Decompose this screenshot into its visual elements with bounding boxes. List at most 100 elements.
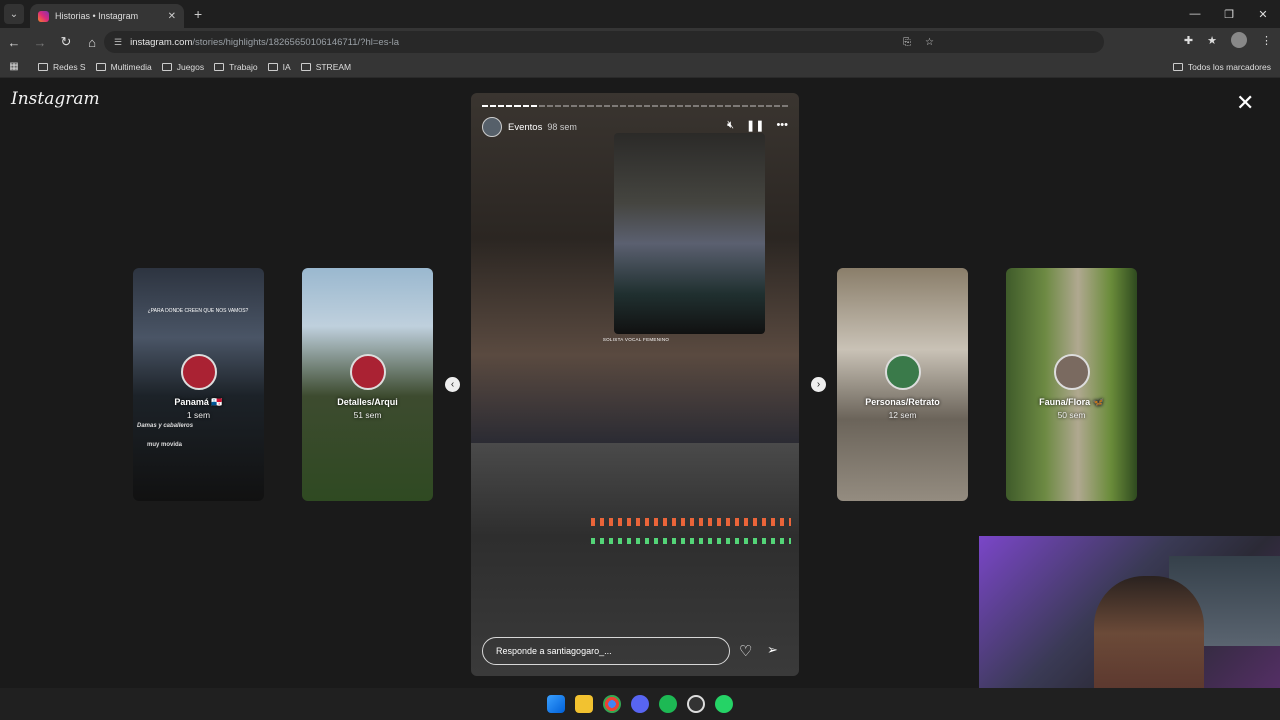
highlight-card-detalles[interactable]: Detalles/Arqui 51 sem [302, 268, 433, 501]
spotify-icon[interactable] [659, 695, 677, 713]
progress-segment [692, 105, 699, 107]
bookmark-folder[interactable]: Trabajo [214, 62, 258, 72]
progress-segment [725, 105, 732, 107]
progress-segment [757, 105, 764, 107]
all-bookmarks-folder[interactable]: Todos los marcadores [1172, 61, 1271, 72]
previous-story-button[interactable]: ‹ [445, 377, 460, 392]
progress-segment [717, 105, 724, 107]
windows-start-icon[interactable] [547, 695, 565, 713]
discord-icon[interactable] [631, 695, 649, 713]
address-bar[interactable]: ☰ instagram.com/stories/highlights/18265… [104, 31, 1104, 53]
story-account-name[interactable]: Eventos [508, 122, 542, 133]
highlight-avatar [1054, 354, 1090, 390]
story-timestamp: 98 sem [547, 122, 577, 132]
mute-icon[interactable]: 🔇︎ [727, 119, 734, 132]
taskbar [0, 688, 1280, 720]
progress-segment [554, 105, 562, 107]
bookmark-folder[interactable]: Juegos [161, 61, 205, 72]
bookmark-label: Todos los marcadores [1187, 61, 1271, 72]
progress-segment [498, 105, 505, 107]
reload-button[interactable]: ↻ [54, 34, 78, 50]
nav-bar: ← → ↻ ⌂ ☰ instagram.com/stories/highligh… [0, 28, 1280, 56]
bookmark-star-icon[interactable]: ☆ [925, 37, 934, 48]
story-avatar[interactable] [482, 117, 502, 137]
window-controls: — ❐ ✕ [1178, 0, 1280, 28]
toolbar-right: ✚ ★ ⋮ [1184, 32, 1272, 48]
menu-icon[interactable]: ⋮ [1261, 34, 1272, 47]
whatsapp-icon[interactable] [715, 695, 733, 713]
reply-input[interactable]: Responde a santiagogaro_... [482, 637, 730, 665]
progress-segment [733, 105, 740, 107]
home-button[interactable]: ⌂ [80, 35, 104, 50]
progress-segment [546, 105, 553, 107]
forward-button[interactable]: → [28, 35, 52, 50]
profile-avatar[interactable] [1231, 32, 1247, 48]
install-app-icon[interactable]: ⎘ [903, 37, 911, 48]
close-stories-button[interactable]: ✕ [1236, 92, 1254, 114]
progress-segment [571, 105, 578, 107]
progress-segment [741, 105, 748, 107]
obs-icon[interactable] [687, 695, 705, 713]
tab-close-icon[interactable]: ✕ [168, 11, 176, 22]
progress-segment [611, 105, 618, 107]
bookmark-label: Multimedia [110, 61, 152, 72]
progress-segment [482, 105, 489, 107]
story-progress-bar [482, 105, 789, 107]
bookmark-folder[interactable]: STREAM [300, 62, 351, 72]
highlight-name: Panamá 🇵🇦 [174, 397, 223, 407]
progress-segment [765, 105, 772, 107]
bookmarks-icon[interactable]: ★ [1207, 34, 1217, 47]
story-banner-text: SOLISTA VOCAL FEMENINO [602, 337, 670, 342]
progress-segment [700, 105, 708, 107]
restore-button[interactable]: ❐ [1212, 8, 1246, 21]
site-info-icon[interactable]: ☰ [114, 37, 122, 48]
active-story[interactable]: SOLISTA VOCAL FEMENINO Eventos 98 sem 🔇︎… [471, 93, 799, 676]
card-caption: Damas y caballeros muy movida [133, 418, 264, 454]
pause-icon[interactable]: ❚❚ [746, 119, 764, 132]
folder-icon [1172, 62, 1183, 71]
minimize-button[interactable]: — [1178, 8, 1212, 20]
bookmark-folder[interactable]: IA [267, 62, 291, 72]
progress-segment [514, 105, 521, 107]
window-close-button[interactable]: ✕ [1246, 8, 1280, 21]
bookmark-folder[interactable]: Redes S [38, 62, 86, 72]
new-tab-button[interactable]: + [194, 6, 202, 22]
extensions-icon[interactable]: ✚ [1184, 34, 1193, 47]
folder-icon [267, 62, 278, 71]
folder-icon [161, 62, 172, 71]
chrome-icon[interactable] [603, 695, 621, 713]
highlight-name: Personas/Retrato [865, 397, 940, 407]
highlight-time: 51 sem [353, 410, 382, 420]
progress-segment [668, 105, 675, 107]
tab-instagram[interactable]: Historias • Instagram ✕ [30, 4, 184, 28]
url-host: instagram.com [130, 36, 193, 48]
story-controls: 🔇︎ ❚❚ ••• [727, 119, 788, 132]
apps-grid-icon[interactable]: ▦ [0, 61, 28, 72]
send-icon[interactable]: ➢ [767, 642, 778, 658]
folder-icon [300, 62, 311, 71]
progress-segment [595, 105, 602, 107]
highlight-card-personas[interactable]: Personas/Retrato 12 sem [837, 268, 968, 501]
story-header: Eventos 98 sem 🔇︎ ❚❚ ••• [482, 117, 788, 137]
highlight-card-fauna[interactable]: Fauna/Flora 🦋 50 sem [1006, 268, 1137, 501]
bookmark-label: Juegos [176, 61, 205, 72]
file-explorer-icon[interactable] [575, 695, 593, 713]
instagram-logo[interactable]: Instagram [11, 89, 100, 109]
bookmark-folder[interactable]: Multimedia [95, 61, 152, 72]
progress-segment [709, 105, 716, 107]
mixer-leds [591, 538, 791, 544]
next-story-button[interactable]: › [811, 377, 826, 392]
card-question-text: ¿PARA DONDE CREEN QUE NOS VAMOS? [147, 308, 249, 314]
caption-line: muy movida [147, 442, 183, 448]
like-heart-icon[interactable]: ♡ [739, 642, 752, 660]
back-button[interactable]: ← [2, 35, 26, 50]
progress-segment [749, 105, 756, 107]
progress-segment [660, 105, 667, 107]
highlight-name: Detalles/Arqui [337, 397, 398, 407]
progress-segment [530, 105, 537, 107]
highlight-card-panama[interactable]: ¿PARA DONDE CREEN QUE NOS VAMOS? Panamá … [133, 268, 264, 501]
more-options-icon[interactable]: ••• [776, 119, 788, 132]
tab-search-button[interactable]: ⌄ [4, 4, 24, 24]
tab-title: Historias • Instagram [55, 11, 139, 21]
folder-icon [38, 62, 48, 71]
